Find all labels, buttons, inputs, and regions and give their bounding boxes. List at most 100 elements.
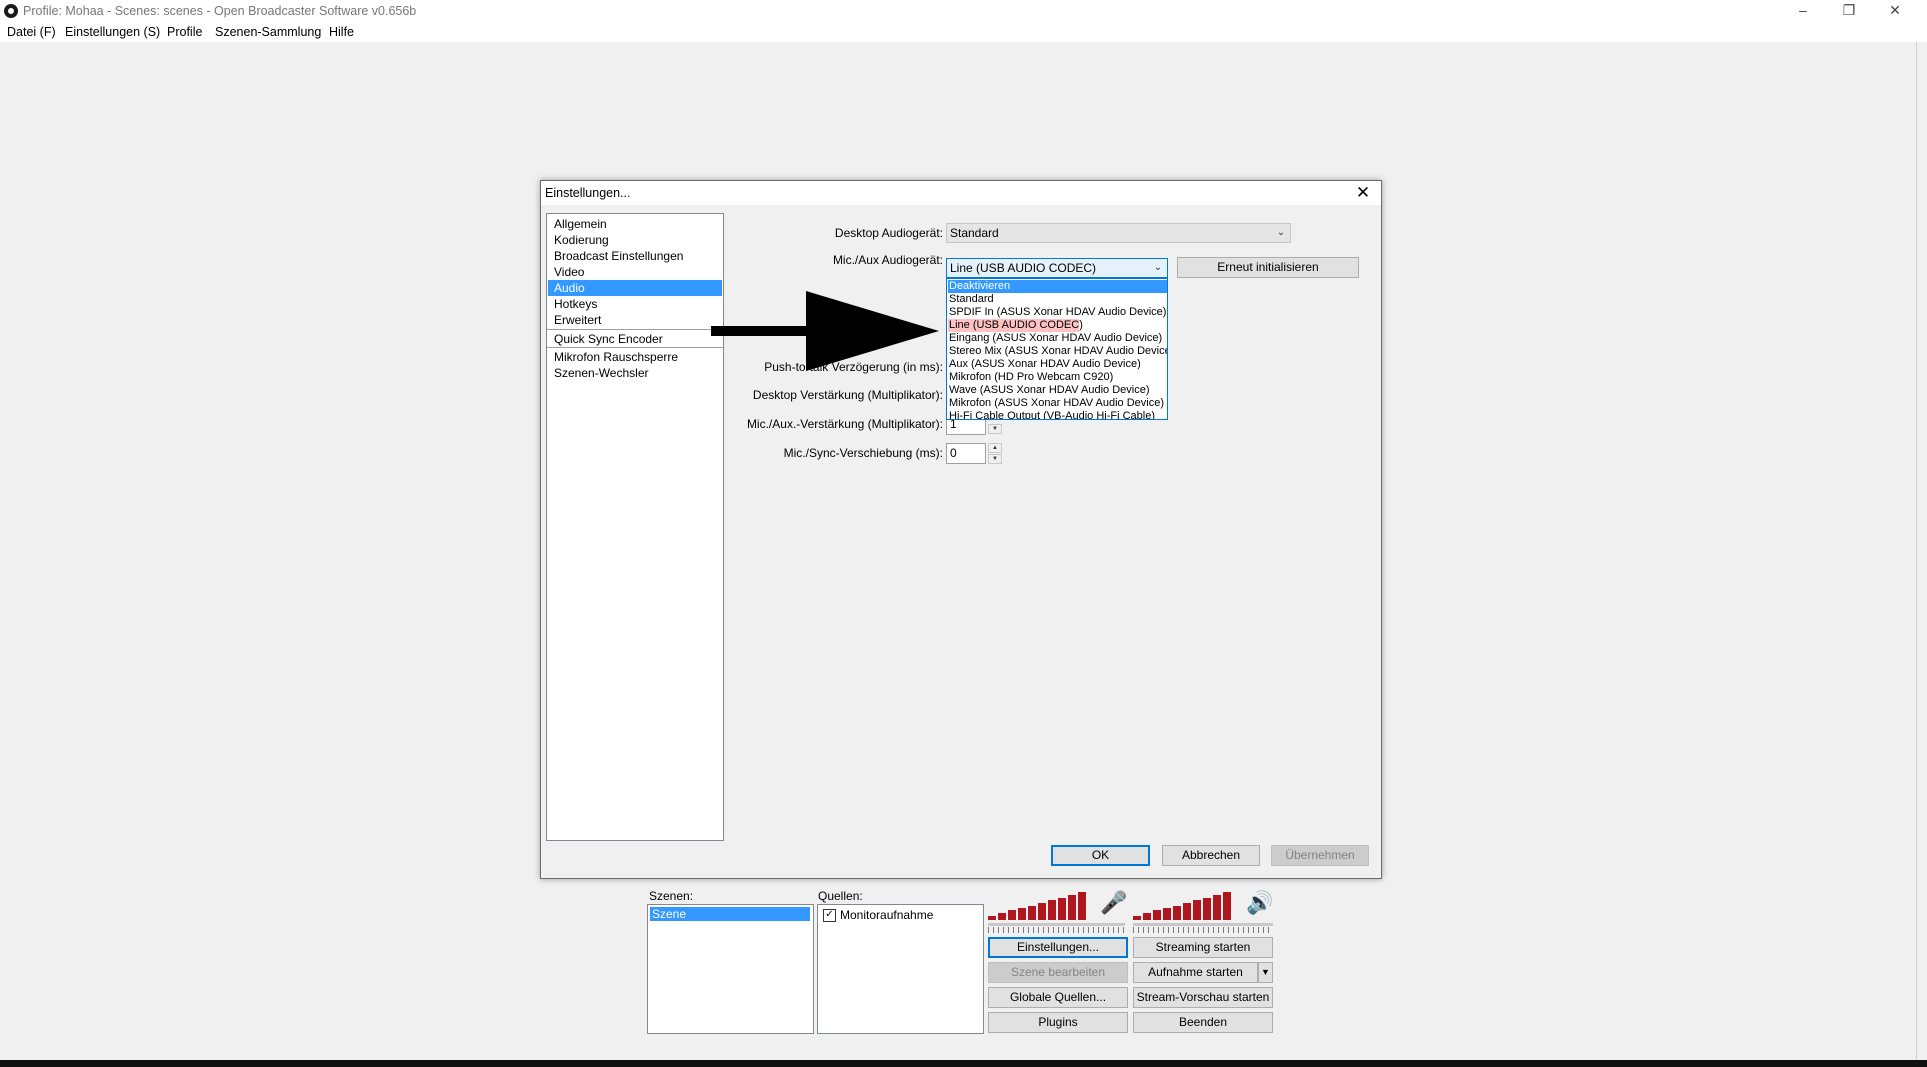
meter-bar (1008, 910, 1016, 920)
meter-bar (1018, 908, 1026, 920)
nav-item-quick-sync[interactable]: Quick Sync Encoder (548, 331, 722, 347)
dropdown-option[interactable]: Mikrofon (ASUS Xonar HDAV Audio Device) (948, 397, 1167, 410)
dropdown-option-marked[interactable]: Line (USB AUDIO CODEC) (948, 319, 1083, 332)
meter-bar (1183, 903, 1191, 920)
meter-bar (1078, 892, 1086, 920)
close-icon[interactable]: ✕ (1872, 0, 1918, 22)
mic-device-value: Line (USB AUDIO CODEC) (950, 261, 1097, 275)
meter-bar (1193, 900, 1201, 920)
dropdown-option[interactable]: Hi-Fi Cable Output (VB-Audio Hi-Fi Cable… (948, 410, 1167, 419)
mic-level-meter (988, 892, 1098, 920)
dialog-title-bar[interactable]: Einstellungen... ✕ (541, 181, 1381, 205)
desktop-device-label: Desktop Audiogerät: (834, 226, 943, 240)
chevron-down-icon: ⌄ (1276, 227, 1286, 238)
menu-hilfe[interactable]: Hilfe (329, 25, 354, 39)
chevron-down-icon: ⌄ (1153, 262, 1163, 273)
sources-list: ✓ Monitoraufnahme (817, 904, 984, 1034)
meter-bar (1163, 908, 1171, 920)
global-sources-button[interactable]: Globale Quellen... (988, 987, 1128, 1008)
dropdown-option[interactable]: Deaktivieren (948, 280, 1167, 293)
mic-gain-down-icon[interactable]: ▼ (988, 424, 1002, 434)
desktop-device-value: Standard (950, 226, 999, 240)
menu-szenen-sammlung[interactable]: Szenen-Sammlung (215, 25, 321, 39)
menu-bar: Datei (F) Einstellungen (S) Profile Szen… (0, 22, 1927, 42)
settings-button[interactable]: Einstellungen... (988, 937, 1128, 958)
meter-bar (1048, 900, 1056, 920)
dropdown-option[interactable]: Standard (948, 293, 1167, 306)
arrow-right-icon (711, 291, 939, 371)
mic-sync-input[interactable]: 0 (946, 443, 986, 464)
meter-bar (988, 916, 996, 920)
dropdown-option[interactable]: Mikrofon (HD Pro Webcam C920) (948, 371, 1167, 384)
dropdown-option[interactable]: Wave (ASUS Xonar HDAV Audio Device) (948, 384, 1167, 397)
ok-button[interactable]: OK (1051, 845, 1150, 866)
nav-item-kodierung[interactable]: Kodierung (548, 232, 722, 248)
meter-bar (1223, 892, 1231, 920)
meter-bar (1058, 898, 1066, 920)
preview-button[interactable]: Stream-Vorschau starten (1133, 987, 1273, 1008)
meter-bar (1203, 898, 1211, 920)
dialog-close-icon[interactable]: ✕ (1353, 183, 1373, 203)
start-recording-button[interactable]: Aufnahme starten (1133, 962, 1258, 983)
mic-meter-ticks (988, 927, 1125, 933)
mic-gain-label: Mic./Aux.-Verstärkung (Multiplikator): (746, 417, 943, 431)
restore-icon[interactable]: ❐ (1826, 0, 1872, 22)
menu-einstellungen[interactable]: Einstellungen (S) (65, 25, 160, 39)
mic-sync-up-icon[interactable]: ▲ (988, 443, 1002, 453)
meter-bar (998, 913, 1006, 920)
meter-bar (1143, 913, 1151, 920)
desktop-level-meter (1133, 892, 1243, 920)
cancel-button[interactable]: Abbrechen (1162, 845, 1260, 866)
reinit-button[interactable]: Erneut initialisieren (1177, 257, 1359, 278)
microphone-icon[interactable]: 🎤 (1100, 891, 1127, 915)
exit-button[interactable]: Beenden (1133, 1012, 1273, 1033)
mic-device-label: Mic./Aux Audiogerät: (832, 253, 943, 267)
mic-meter-base (988, 923, 1125, 926)
mic-sync-down-icon[interactable]: ▼ (988, 454, 1002, 464)
dialog-title: Einstellungen... (545, 186, 631, 200)
app-title-bar: Profile: Mohaa - Scenes: scenes - Open B… (0, 0, 1927, 22)
dropdown-option[interactable]: SPDIF In (ASUS Xonar HDAV Audio Device) (948, 306, 1167, 319)
nav-divider (547, 329, 723, 330)
menu-profile[interactable]: Profile (167, 25, 202, 39)
scene-item[interactable]: Szene (650, 907, 810, 921)
speaker-icon[interactable]: 🔊 (1246, 891, 1273, 915)
mic-sync-label: Mic./Sync-Verschiebung (ms): (783, 446, 943, 460)
nav-item-audio[interactable]: Audio (548, 280, 722, 296)
meter-bar (1133, 916, 1141, 920)
taskbar (0, 1060, 1927, 1067)
apply-button[interactable]: Übernehmen (1271, 845, 1369, 866)
window-scrollbar[interactable] (1916, 42, 1927, 1060)
sources-label: Quellen: (818, 889, 863, 903)
scenes-list: Szene (647, 904, 814, 1034)
minimize-icon[interactable]: – (1780, 0, 1826, 22)
nav-item-hotkeys[interactable]: Hotkeys (548, 296, 722, 312)
desktop-gain-label: Desktop Verstärkung (Multiplikator): (752, 388, 943, 402)
obs-logo-icon (4, 4, 18, 18)
meter-bar (1068, 895, 1076, 920)
nav-divider (547, 347, 723, 348)
mic-device-select[interactable]: Line (USB AUDIO CODEC) ⌄ (946, 258, 1168, 278)
start-streaming-button[interactable]: Streaming starten (1133, 937, 1273, 958)
plugins-button[interactable]: Plugins (988, 1012, 1128, 1033)
desktop-device-select[interactable]: Standard ⌄ (946, 223, 1291, 243)
source-checkbox[interactable]: ✓ (823, 909, 836, 922)
settings-dialog: Einstellungen... ✕ Allgemein Kodierung B… (540, 180, 1382, 879)
dropdown-option[interactable]: Stereo Mix (ASUS Xonar HDAV Audio Device… (948, 345, 1167, 358)
edit-scene-button[interactable]: Szene bearbeiten (988, 962, 1128, 983)
dropdown-option[interactable]: Eingang (ASUS Xonar HDAV Audio Device) (948, 332, 1167, 345)
dropdown-arrow-icon[interactable]: ▼ (1258, 962, 1273, 983)
menu-datei[interactable]: Datei (F) (7, 25, 56, 39)
source-item[interactable]: Monitoraufnahme (840, 908, 933, 922)
scenes-label: Szenen: (649, 889, 694, 903)
nav-item-broadcast[interactable]: Broadcast Einstellungen (548, 248, 722, 264)
nav-item-allgemein[interactable]: Allgemein (548, 216, 722, 232)
meter-bar (1153, 910, 1161, 920)
meter-bar (1213, 895, 1221, 920)
meter-bar (1038, 903, 1046, 920)
meter-bar (1028, 906, 1036, 920)
mic-device-dropdown-list: Deaktivieren Standard SPDIF In (ASUS Xon… (946, 278, 1168, 420)
dropdown-option[interactable]: Aux (ASUS Xonar HDAV Audio Device) (948, 358, 1167, 371)
nav-item-erweitert[interactable]: Erweitert (548, 312, 722, 328)
nav-item-video[interactable]: Video (548, 264, 722, 280)
